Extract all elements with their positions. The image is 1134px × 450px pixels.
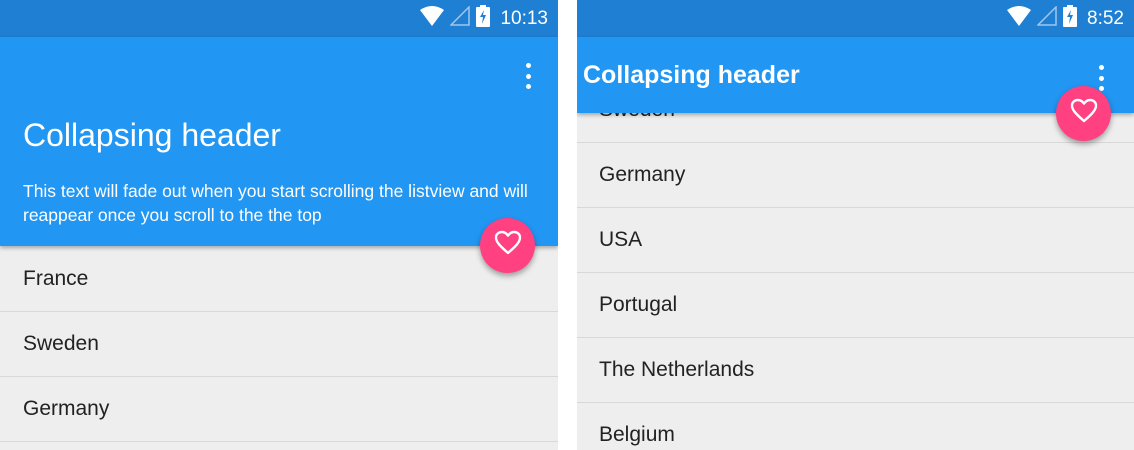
- page-title: Collapsing header: [23, 117, 281, 153]
- status-bar: 10:13: [0, 0, 558, 37]
- heart-outline-icon: [494, 230, 522, 261]
- page-title: Collapsing header: [583, 61, 800, 89]
- list-item[interactable]: France: [0, 247, 558, 312]
- collapsed-app-bar: Collapsing header: [577, 37, 1134, 113]
- phone-screen-expanded: 10:13 Collapsing header This text will f…: [0, 0, 558, 450]
- status-icons: 10:13: [420, 0, 548, 37]
- list-item[interactable]: Belgium: [577, 403, 1134, 450]
- favorite-fab-button[interactable]: [1056, 86, 1111, 141]
- phone-screen-collapsed: 8:52 Collapsing header Sweden Germany US…: [577, 0, 1134, 450]
- battery-charging-icon: [1063, 5, 1078, 32]
- list-item[interactable]: Germany: [0, 377, 558, 442]
- list-item[interactable]: Sweden: [0, 312, 558, 377]
- more-vert-icon[interactable]: [1095, 65, 1107, 91]
- country-list[interactable]: Sweden Germany USA Portugal The Netherla…: [577, 78, 1134, 450]
- header-subtitle: This text will fade out when you start s…: [23, 181, 528, 225]
- signal-icon: [1036, 5, 1057, 31]
- collapsing-app-bar: Collapsing header This text will fade ou…: [0, 37, 558, 246]
- list-item[interactable]: Portugal: [577, 273, 1134, 338]
- status-time: 8:52: [1087, 7, 1124, 29]
- more-vert-icon[interactable]: [522, 63, 534, 89]
- favorite-fab-button[interactable]: [480, 218, 535, 273]
- battery-charging-icon: [476, 5, 491, 32]
- list-item[interactable]: The Netherlands: [577, 338, 1134, 403]
- list-item[interactable]: Germany: [577, 143, 1134, 208]
- status-icons: 8:52: [1007, 0, 1124, 37]
- status-time: 10:13: [500, 7, 548, 29]
- heart-outline-icon: [1070, 98, 1098, 129]
- status-bar: 8:52: [577, 0, 1134, 37]
- wifi-icon: [420, 6, 445, 31]
- country-list[interactable]: France Sweden Germany: [0, 247, 558, 442]
- wifi-icon: [1007, 6, 1032, 31]
- list-item[interactable]: USA: [577, 208, 1134, 273]
- signal-icon: [449, 5, 471, 31]
